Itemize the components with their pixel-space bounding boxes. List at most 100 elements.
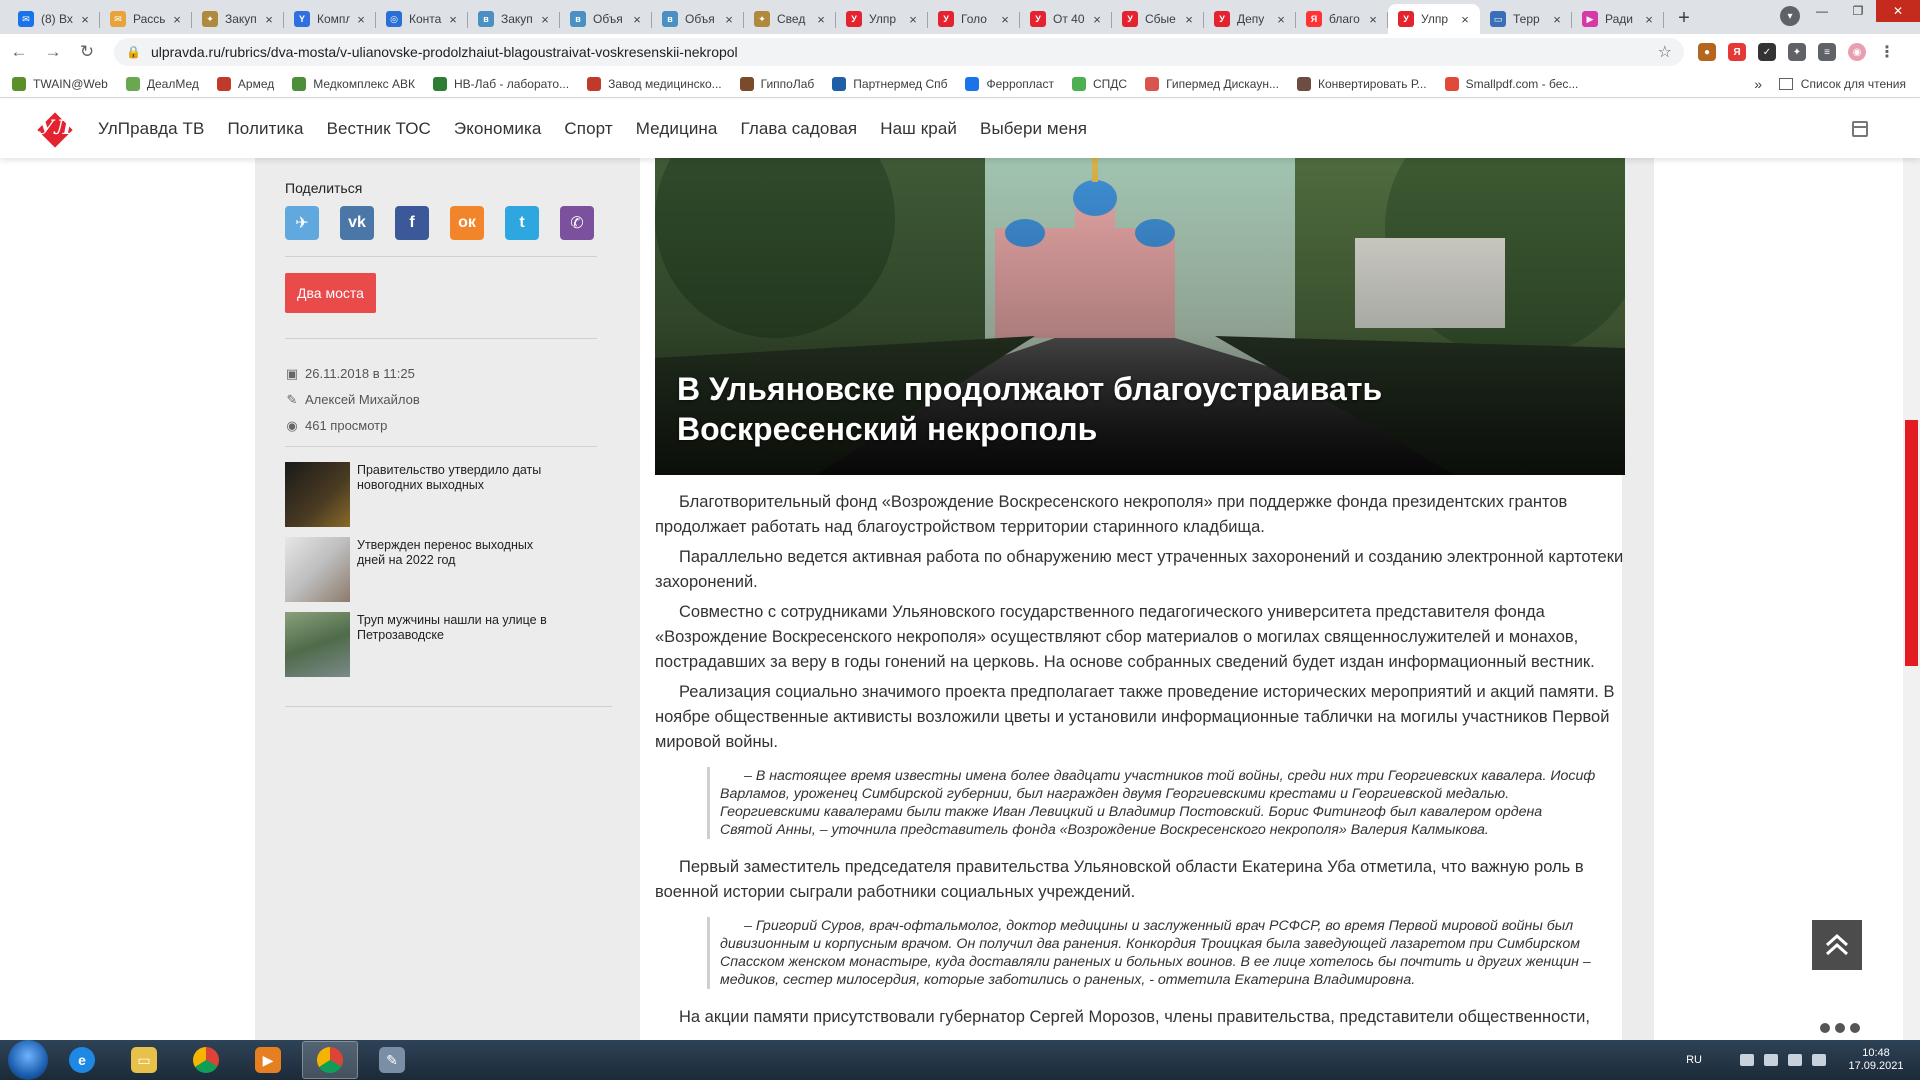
- related-news-item[interactable]: Утвержден перенос выходных дней на 2022 …: [285, 537, 585, 602]
- facebook-share-icon[interactable]: f: [395, 206, 429, 240]
- tab-close-icon[interactable]: ×: [1642, 12, 1656, 27]
- bookmark-item[interactable]: ДеалМед: [125, 76, 199, 91]
- site-nav-item[interactable]: Вестник ТОС: [327, 119, 431, 139]
- tab-close-icon[interactable]: ×: [354, 12, 368, 27]
- rubric-tag-button[interactable]: Два моста: [285, 273, 376, 313]
- browser-tab[interactable]: У Улпр ×: [1388, 4, 1480, 34]
- yandex-extension-icon[interactable]: Я: [1728, 43, 1746, 61]
- reload-icon[interactable]: ↻: [72, 37, 102, 67]
- volume-icon[interactable]: [1812, 1054, 1826, 1066]
- browser-tab[interactable]: Яблаго ×: [1296, 4, 1388, 34]
- news-title[interactable]: Утвержден перенос выходных дней на 2022 …: [357, 538, 557, 602]
- language-indicator[interactable]: RU: [1686, 1054, 1702, 1066]
- close-window-icon[interactable]: ✕: [1876, 0, 1920, 22]
- site-nav-item[interactable]: Наш край: [880, 119, 957, 139]
- bookmark-item[interactable]: Армед: [216, 76, 274, 91]
- browser-tab[interactable]: ✦ Закуп ×: [192, 4, 284, 34]
- forward-icon[interactable]: →: [38, 37, 68, 67]
- taskbar-explorer[interactable]: ▭: [116, 1041, 172, 1079]
- browser-tab[interactable]: ▭ Терр ×: [1480, 4, 1572, 34]
- profile-avatar[interactable]: ◉: [1848, 43, 1866, 61]
- tab-close-icon[interactable]: ×: [170, 12, 184, 27]
- start-button[interactable]: [8, 1040, 48, 1080]
- browser-tab[interactable]: в Объя ×: [652, 4, 744, 34]
- bookmark-item[interactable]: Партнермед Спб: [832, 76, 947, 91]
- taskbar-chrome[interactable]: [178, 1041, 234, 1079]
- tab-close-icon[interactable]: ×: [1182, 12, 1196, 27]
- browser-tab[interactable]: У От 40 ×: [1020, 4, 1112, 34]
- telegram-share-icon[interactable]: ✈: [285, 206, 319, 240]
- tab-close-icon[interactable]: ×: [722, 12, 736, 27]
- reading-list-button[interactable]: Список для чтения: [1778, 77, 1906, 91]
- maximize-icon[interactable]: ❐: [1840, 0, 1876, 22]
- checkbox-extension-icon[interactable]: ✓: [1758, 43, 1776, 61]
- tab-close-icon[interactable]: ×: [906, 12, 920, 27]
- browser-tab[interactable]: У Улпр ×: [836, 4, 928, 34]
- taskbar-ie[interactable]: e: [54, 1041, 110, 1079]
- bookmark-item[interactable]: Завод медицинско...: [587, 76, 722, 91]
- browser-tab[interactable]: ▶ Ради ×: [1572, 4, 1664, 34]
- browser-tab[interactable]: ✉ Рассы ×: [100, 4, 192, 34]
- browser-tab[interactable]: Y Компл ×: [284, 4, 376, 34]
- browser-tab[interactable]: в Объя ×: [560, 4, 652, 34]
- site-nav-item[interactable]: Экономика: [454, 119, 542, 139]
- flag-icon[interactable]: [1764, 1054, 1778, 1066]
- site-nav-item[interactable]: Глава садовая: [740, 119, 857, 139]
- clock[interactable]: 10:48 17.09.2021: [1846, 1047, 1906, 1073]
- tab-close-icon[interactable]: ×: [1090, 12, 1104, 27]
- twitter-share-icon[interactable]: t: [505, 206, 539, 240]
- news-title[interactable]: Правительство утвердило даты новогодних …: [357, 463, 557, 527]
- site-nav-item[interactable]: Политика: [227, 119, 303, 139]
- puzzle-icon[interactable]: ✦: [1788, 43, 1806, 61]
- tab-close-icon[interactable]: ×: [630, 12, 644, 27]
- news-title[interactable]: Труп мужчины нашли на улице в Петрозавод…: [357, 613, 557, 677]
- related-news-item[interactable]: Труп мужчины нашли на улице в Петрозавод…: [285, 612, 585, 677]
- tab-search-icon[interactable]: ▾: [1780, 6, 1800, 26]
- browser-tab[interactable]: ✦ Свед ×: [744, 4, 836, 34]
- news-thumbnail[interactable]: [285, 537, 350, 602]
- taskbar-chrome-active[interactable]: [302, 1041, 358, 1079]
- taskbar-media[interactable]: ▶: [240, 1041, 296, 1079]
- site-nav-item[interactable]: Выбери меня: [980, 119, 1087, 139]
- browser-tab[interactable]: ✉ (8) Вх ×: [8, 4, 100, 34]
- news-thumbnail[interactable]: [285, 612, 350, 677]
- scroll-to-top-button[interactable]: [1812, 920, 1862, 970]
- page-scrollbar[interactable]: [1903, 158, 1920, 1040]
- network-icon[interactable]: [1788, 1054, 1802, 1066]
- taskbar-paint[interactable]: ✎: [364, 1041, 420, 1079]
- lock-icon[interactable]: 🔒: [126, 45, 141, 59]
- bookmark-item[interactable]: TWAIN@Web: [12, 76, 108, 91]
- viber-share-icon[interactable]: ✆: [560, 206, 594, 240]
- browser-tab[interactable]: У Депу ×: [1204, 4, 1296, 34]
- related-news-item[interactable]: Правительство утвердило даты новогодних …: [285, 462, 585, 527]
- tab-close-icon[interactable]: ×: [814, 12, 828, 27]
- address-bar[interactable]: 🔒 ulpravda.ru/rubrics/dva-mosta/v-uliano…: [114, 38, 1684, 66]
- tray-arrow-icon[interactable]: [1740, 1054, 1754, 1066]
- calendar-icon[interactable]: [1852, 121, 1868, 137]
- bookmark-item[interactable]: Медкомплекс АВК: [292, 76, 415, 91]
- more-dots-icon[interactable]: [1820, 1023, 1860, 1033]
- site-nav-item[interactable]: УлПравда ТВ: [98, 119, 204, 139]
- bookmark-star-icon[interactable]: ☆: [1658, 42, 1672, 62]
- bookmark-item[interactable]: Ферропласт: [965, 76, 1054, 91]
- site-nav-item[interactable]: Медицина: [636, 119, 718, 139]
- bookmark-item[interactable]: НВ-Лаб - лаборато...: [432, 76, 569, 91]
- extension-icon[interactable]: ●: [1698, 43, 1716, 61]
- browser-tab[interactable]: У Сбые ×: [1112, 4, 1204, 34]
- url-text[interactable]: ulpravda.ru/rubrics/dva-mosta/v-ulianovs…: [151, 44, 1658, 60]
- browser-tab[interactable]: ◎ Конта ×: [376, 4, 468, 34]
- tab-close-icon[interactable]: ×: [1550, 12, 1564, 27]
- scrollbar-thumb[interactable]: [1905, 420, 1918, 666]
- tab-close-icon[interactable]: ×: [446, 12, 460, 27]
- tab-close-icon[interactable]: ×: [998, 12, 1012, 27]
- site-nav-item[interactable]: Спорт: [564, 119, 612, 139]
- tab-close-icon[interactable]: ×: [1274, 12, 1288, 27]
- tab-close-icon[interactable]: ×: [78, 12, 92, 27]
- tab-close-icon[interactable]: ×: [262, 12, 276, 27]
- reading-mode-icon[interactable]: ≡: [1818, 43, 1836, 61]
- vk-share-icon[interactable]: vk: [340, 206, 374, 240]
- tab-close-icon[interactable]: ×: [1458, 12, 1472, 27]
- minimize-icon[interactable]: —: [1804, 0, 1840, 22]
- bookmark-item[interactable]: Smallpdf.com - бес...: [1444, 76, 1578, 91]
- new-tab-button[interactable]: +: [1670, 4, 1698, 32]
